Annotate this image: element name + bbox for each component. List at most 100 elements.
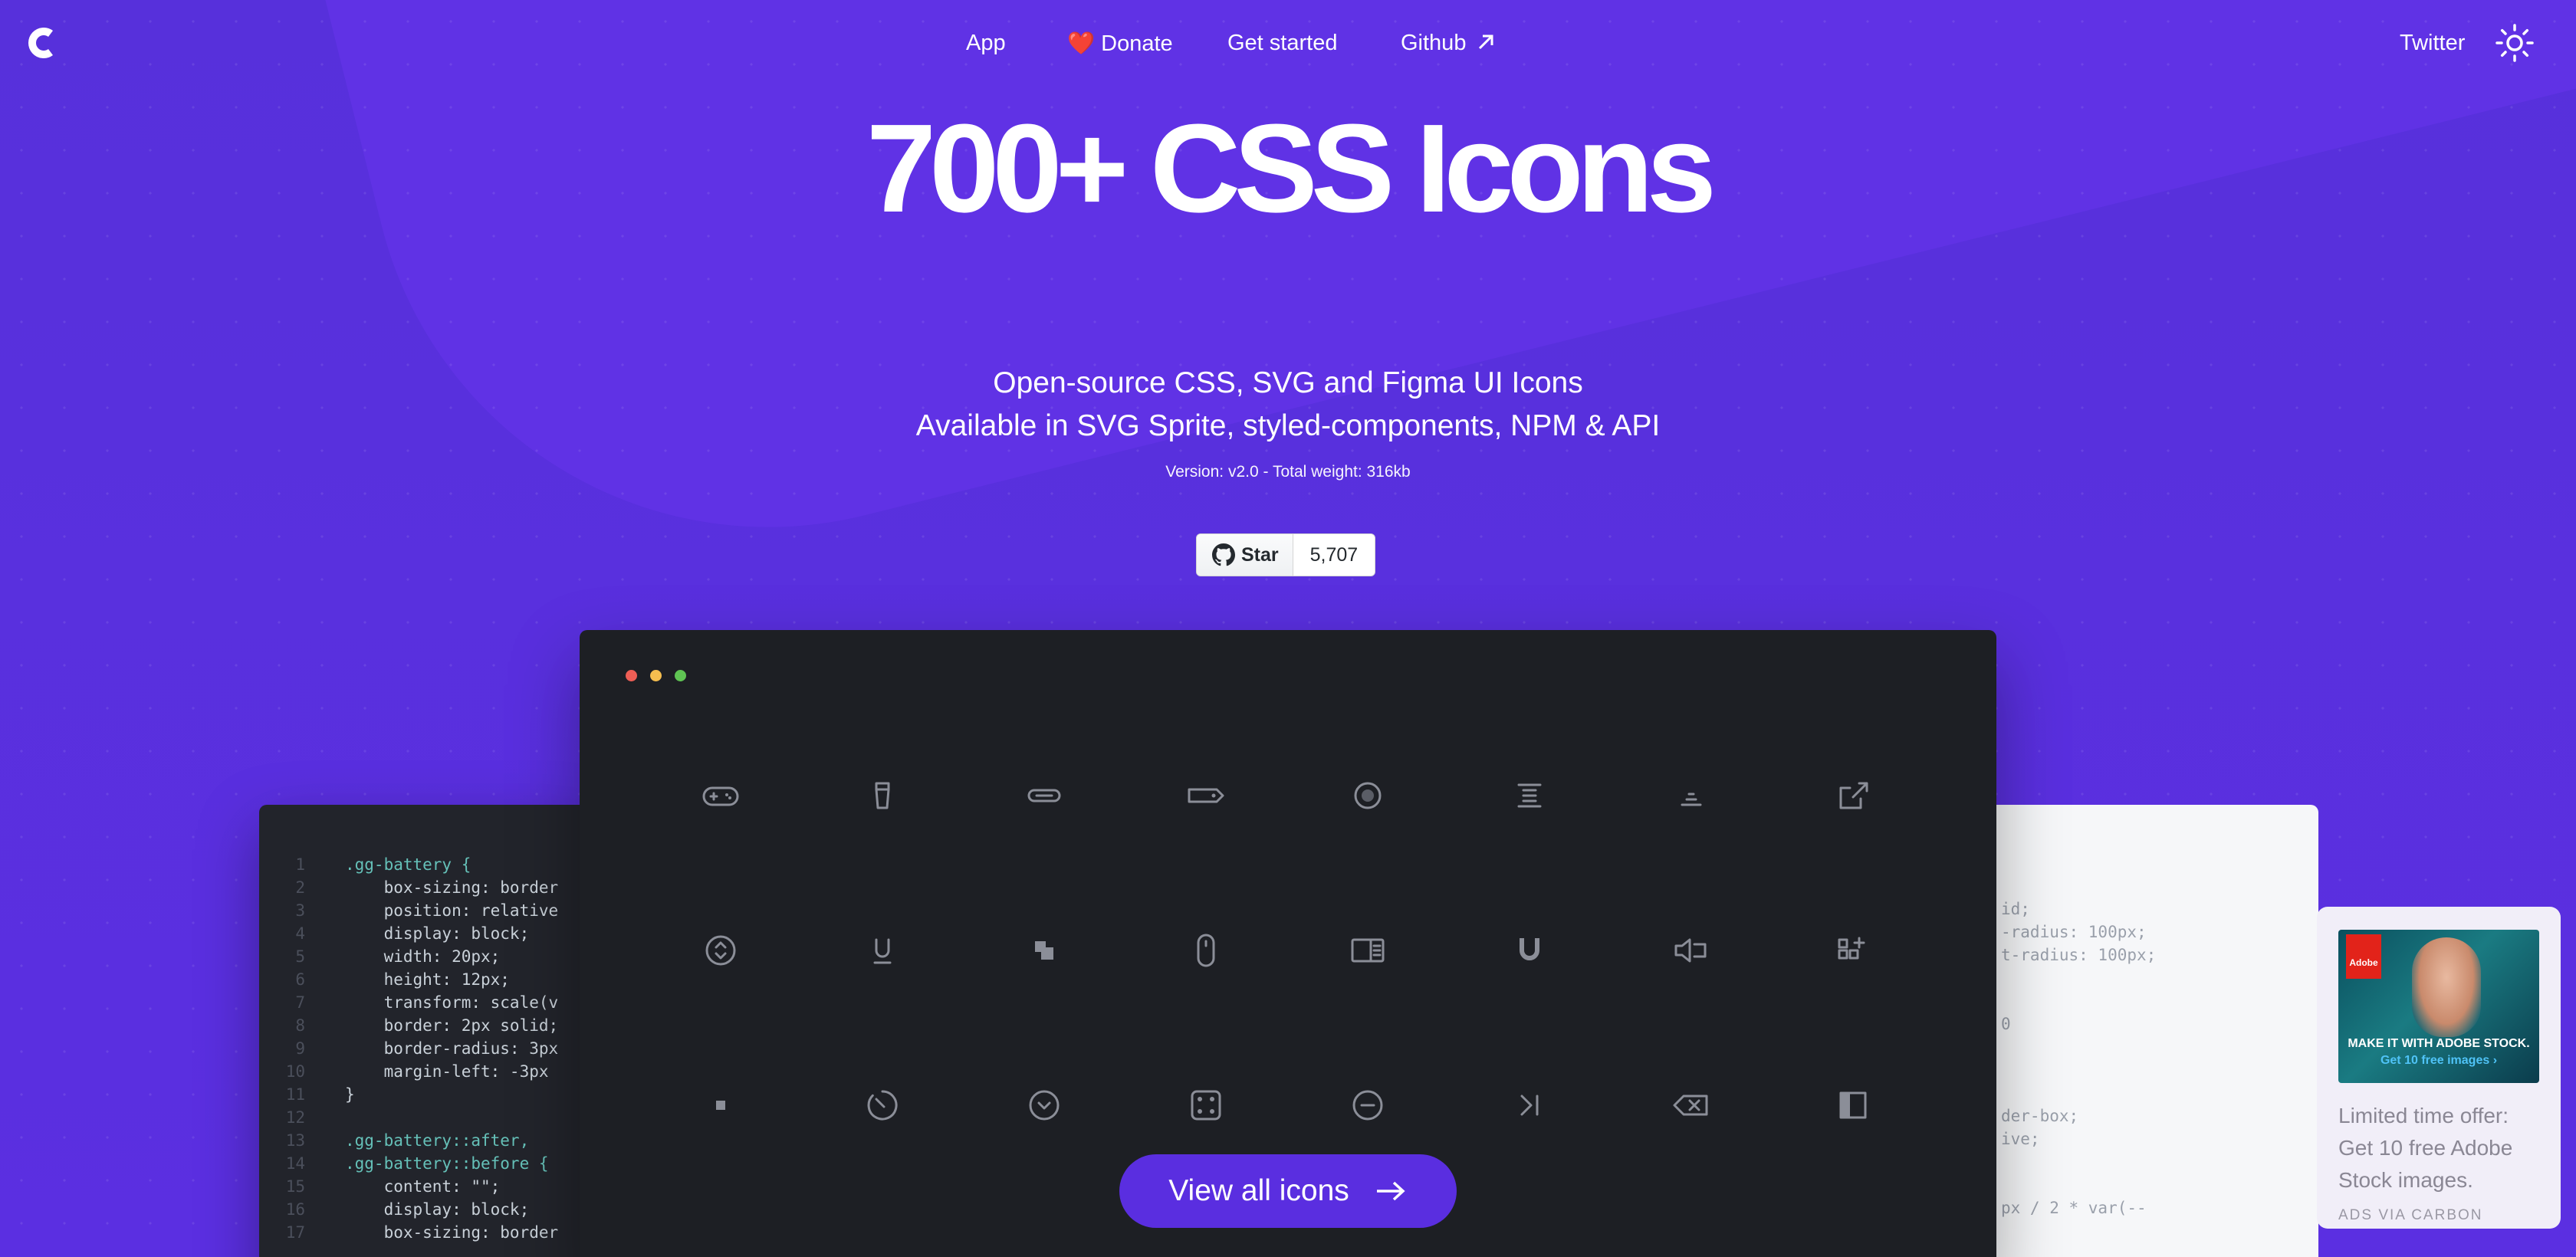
code-preview-right: id; -radius: 100px; t-radius: 100px; 0 der-b… [1970, 805, 2318, 1257]
github-star-label: Star [1241, 543, 1279, 566]
code-line: 3 position: relative [259, 901, 558, 920]
magnet-u-icon[interactable] [856, 924, 909, 977]
sun-icon[interactable] [2495, 23, 2535, 63]
ad-text[interactable]: Limited time offer: Get 10 free Adobe St… [2338, 1100, 2539, 1196]
arrow-right-icon [1376, 1181, 1405, 1201]
line-number: 4 [295, 924, 305, 943]
code-text: margin-left: -3px [345, 1062, 549, 1081]
asterisk-circle-icon[interactable] [1341, 769, 1395, 822]
code-text: .gg-battery::after, [345, 1131, 530, 1150]
backspace-icon[interactable] [1664, 1078, 1718, 1132]
code-line: der-box; [2001, 1107, 2079, 1125]
code-line: 2 box-sizing: border [259, 878, 558, 897]
timer-icon[interactable] [856, 1078, 909, 1132]
code-line: 4 display: block; [259, 924, 529, 943]
align-bottom-icon[interactable] [1664, 769, 1718, 822]
github-star-widget: Star 5,707 [1196, 533, 1376, 576]
gamepad-icon[interactable] [694, 769, 748, 822]
code-line: 15 content: ""; [259, 1177, 501, 1196]
code-preview-left: 1 .gg-battery { 2 box-sizing: border 3 posi… [259, 805, 596, 1257]
page-title: 700+ CSS Icons [866, 98, 1717, 238]
view-all-icons-button[interactable]: View all icons [1119, 1154, 1457, 1228]
code-line: t-radius: 100px; [2001, 946, 2157, 964]
sidebar-right-icon[interactable] [1341, 924, 1395, 977]
magnet-icon[interactable] [1503, 924, 1556, 977]
line-number: 7 [295, 993, 305, 1012]
code-text: border: 2px solid; [345, 1016, 559, 1035]
line-number: 13 [285, 1131, 305, 1150]
code-text: .gg-battery { [345, 855, 472, 874]
nav-github-link[interactable]: Github [1401, 31, 1496, 56]
line-number: 9 [295, 1039, 305, 1058]
code-text: width: 20px; [345, 947, 501, 966]
nav-donate-link[interactable]: ❤️ Donate [1067, 31, 1173, 57]
tag-icon[interactable] [1179, 769, 1233, 822]
code-line: px / 2 * var(-- [2001, 1199, 2147, 1217]
play-track-next-icon[interactable] [1503, 1078, 1556, 1132]
nav-app-link[interactable]: App [966, 31, 1006, 56]
adobe-logo: Adobe [2346, 934, 2381, 979]
speaker-left-icon[interactable] [1664, 924, 1718, 977]
code-line: ive; [2001, 1130, 2040, 1148]
carbon-ad[interactable]: Adobe MAKE IT WITH ADOBE STOCK. Get 10 f… [2317, 907, 2561, 1229]
code-line: 0 [2001, 1015, 2011, 1033]
nav-get-started-link[interactable]: Get started [1227, 31, 1337, 56]
arrow-up-right-icon [1478, 34, 1493, 50]
window-maximize-dot [675, 670, 686, 681]
line-number: 2 [295, 878, 305, 897]
line-number: 10 [285, 1062, 305, 1081]
top-nav: App ❤️ Donate Get started Github Twitter [0, 31, 2576, 61]
line-number: 5 [295, 947, 305, 966]
code-line: 12 [259, 1108, 345, 1127]
chevron-down-circle-icon[interactable] [1017, 1078, 1071, 1132]
code-line: 10 margin-left: -3px [259, 1062, 549, 1081]
code-line: 13 .gg-battery::after, [259, 1131, 530, 1150]
code-line: 6 height: 12px; [259, 970, 510, 989]
stop-icon[interactable] [694, 1078, 748, 1132]
code-text: box-sizing: border [345, 1223, 559, 1242]
code-line: 8 border: 2px solid; [259, 1016, 558, 1035]
line-number: 11 [285, 1085, 305, 1104]
code-text: box-sizing: border [345, 878, 559, 897]
line-number: 6 [295, 970, 305, 989]
code-text: display: block; [345, 924, 530, 943]
line-number: 16 [285, 1200, 305, 1219]
line-number: 12 [285, 1108, 305, 1127]
link-pill-icon[interactable] [1017, 769, 1071, 822]
code-line: 11} [259, 1085, 355, 1104]
code-text: transform: scale(v [345, 993, 559, 1012]
code-text: .gg-battery::before { [345, 1154, 549, 1173]
squares-overlap-icon[interactable] [1017, 924, 1071, 977]
align-justify-icon[interactable] [1503, 769, 1556, 822]
nav-twitter-link[interactable]: Twitter [2400, 31, 2465, 56]
line-number: 1 [295, 855, 305, 874]
add-grid-icon[interactable] [1826, 924, 1880, 977]
line-number: 14 [285, 1154, 305, 1173]
battery-icon[interactable] [856, 769, 909, 822]
external-link-icon[interactable] [1826, 769, 1880, 822]
code-text: height: 12px; [345, 970, 510, 989]
github-star-count[interactable]: 5,707 [1293, 534, 1375, 576]
arrows-v-circle-icon[interactable] [694, 924, 748, 977]
window-minimize-dot [650, 670, 662, 681]
code-line: 5 width: 20px; [259, 947, 500, 966]
view-all-icons-label: View all icons [1168, 1174, 1349, 1207]
minus-circle-icon[interactable] [1341, 1078, 1395, 1132]
code-text: display: block; [345, 1200, 530, 1219]
ad-via-carbon[interactable]: ADS VIA CARBON [2338, 1207, 2539, 1224]
code-line: 9 border-radius: 3px [259, 1039, 558, 1058]
sidebar-left-icon[interactable] [1826, 1078, 1880, 1132]
github-icon [1212, 543, 1235, 566]
code-text: position: relative [345, 901, 559, 920]
code-text: } [345, 1085, 355, 1104]
code-text: border-radius: 3px [345, 1039, 559, 1058]
code-line: 1 .gg-battery { [259, 855, 471, 874]
code-line: -radius: 100px; [2001, 923, 2147, 941]
ad-image[interactable]: Adobe MAKE IT WITH ADOBE STOCK. Get 10 f… [2338, 930, 2539, 1083]
hero-subtitle-line1: Open-source CSS, SVG and Figma UI Icons [993, 366, 1583, 399]
github-star-button[interactable]: Star [1197, 534, 1293, 576]
dice-four-icon[interactable] [1179, 1078, 1233, 1132]
mouse-icon[interactable] [1179, 924, 1233, 977]
code-line: 16 display: block; [259, 1200, 530, 1219]
code-line: id; [2001, 900, 2030, 918]
